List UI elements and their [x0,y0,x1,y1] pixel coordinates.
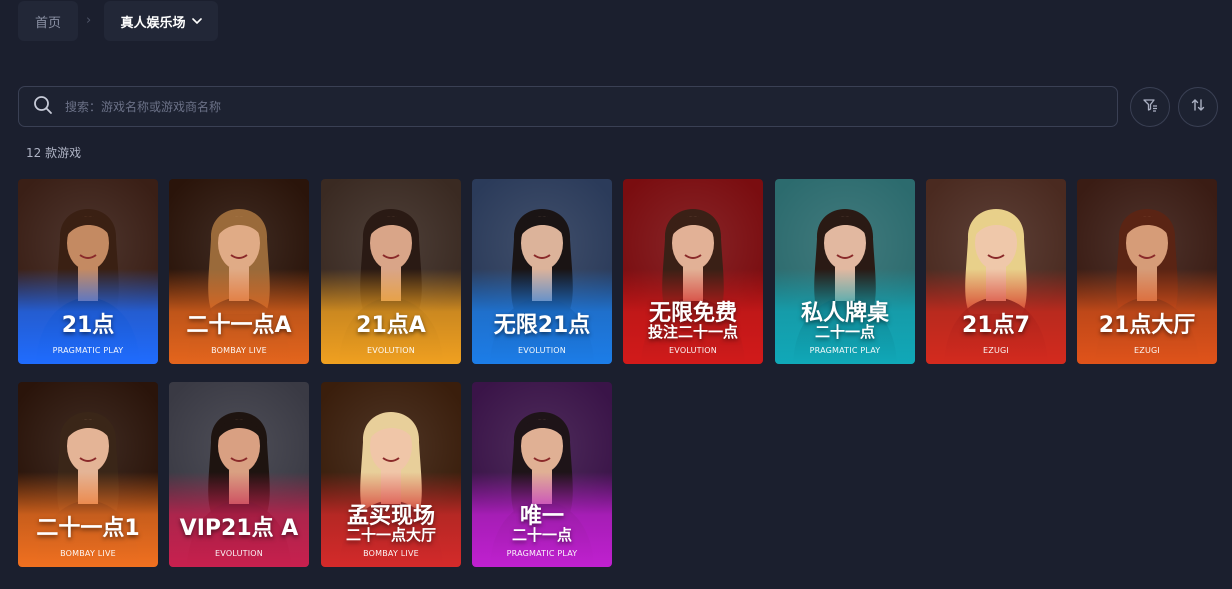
game-title: 21点 [61,313,115,338]
game-card[interactable]: 无限免费 投注二十一点 EVOLUTION [623,179,763,364]
game-provider: EVOLUTION [669,346,717,355]
game-card[interactable]: 二十一点A BOMBAY LIVE [169,179,309,364]
game-card[interactable]: 21点A EVOLUTION [321,179,461,364]
game-title: 21点7 [962,313,1030,338]
game-card[interactable]: VIP21点 A EVOLUTION [169,382,309,567]
chevron-down-icon [191,18,202,24]
game-card[interactable]: 21点大厅 EZUGI [1077,179,1217,364]
game-subtitle: 投注二十一点 [647,323,738,341]
game-card[interactable]: 无限21点 EVOLUTION [472,179,612,364]
game-card[interactable]: 唯一 二十一点 PRAGMATIC PLAY [472,382,612,567]
game-title: 二十一点A [186,313,292,338]
game-title: 21点A [356,313,426,338]
game-provider: PRAGMATIC PLAY [506,549,578,558]
game-card[interactable]: 私人牌桌 二十一点 PRAGMATIC PLAY [775,179,915,364]
breadcrumb-home[interactable]: 首页 [18,1,78,41]
game-card[interactable]: 二十一点1 BOMBAY LIVE [18,382,158,567]
search-input[interactable] [63,98,967,115]
game-provider: PRAGMATIC PLAY [809,346,881,355]
game-title: 无限21点 [493,313,591,338]
game-title: 二十一点1 [36,516,140,541]
sort-button[interactable] [1178,87,1218,127]
breadcrumb-category-dropdown[interactable]: 真人娱乐场 [104,1,218,41]
game-title: VIP21点 A [179,516,299,541]
search-icon [33,95,53,119]
game-subtitle: 二十一点 [511,526,572,544]
game-card[interactable]: 孟买现场 二十一点大厅 BOMBAY LIVE [321,382,461,567]
filter-icon [1142,97,1158,117]
game-title: 21点大厅 [1098,313,1196,338]
game-card[interactable]: 21点7 EZUGI [926,179,1066,364]
breadcrumb-current-label: 真人娱乐场 [120,15,186,31]
search-bar [18,86,1118,127]
game-card[interactable]: 21点 PRAGMATIC PLAY [18,179,158,364]
game-provider: EVOLUTION [367,346,415,355]
game-provider: EZUGI [983,346,1009,355]
game-provider: BOMBAY LIVE [363,549,419,558]
filter-button[interactable] [1130,87,1170,127]
game-provider: EVOLUTION [518,346,566,355]
game-provider: BOMBAY LIVE [211,346,267,355]
live-casino-page: 首页 › 真人娱乐场 12 款游戏 21点 PRAGMATIC PLAY 二十一点A… [0,0,1232,589]
game-provider: PRAGMATIC PLAY [52,346,124,355]
game-subtitle: 二十一点 [814,323,875,341]
game-provider: BOMBAY LIVE [60,549,116,558]
game-provider: EZUGI [1134,346,1160,355]
game-subtitle: 二十一点大厅 [345,526,436,544]
breadcrumb-separator: › [86,13,92,28]
game-count: 12 款游戏 [26,146,82,160]
sort-icon [1190,97,1206,117]
game-provider: EVOLUTION [215,549,263,558]
